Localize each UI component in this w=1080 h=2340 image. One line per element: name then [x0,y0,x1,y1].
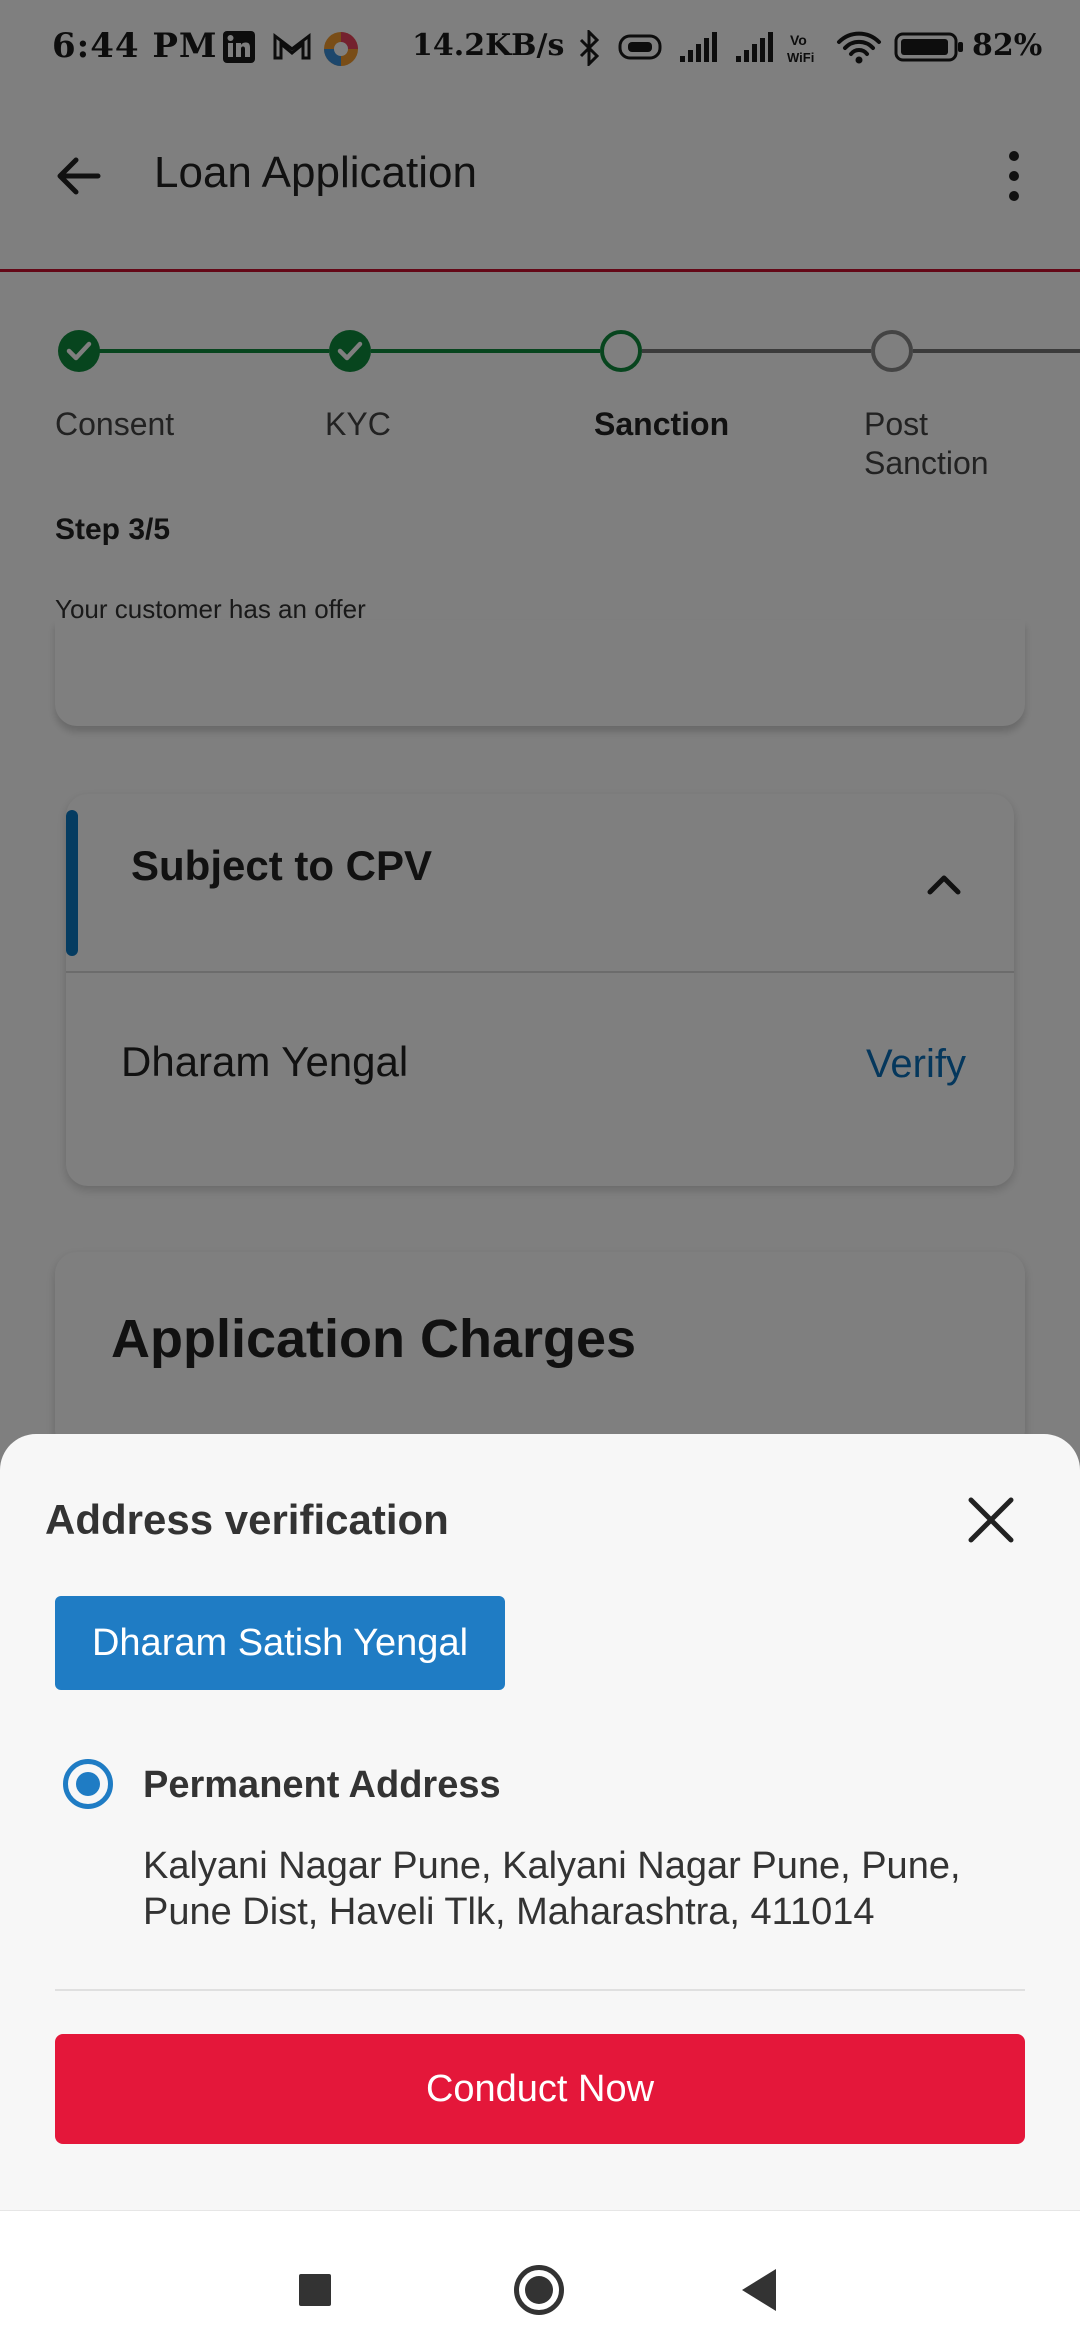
applicant-name-chip[interactable]: Dharam Satish Yengal [55,1596,505,1690]
address-text: Kalyani Nagar Pune, Kalyani Nagar Pune, … [143,1845,961,1933]
address-verification-sheet: Address verification Dharam Satish Yenga… [0,1434,1080,2210]
sheet-title: Address verification [45,1496,449,1543]
system-nav-bar [0,2210,1080,2340]
close-icon[interactable] [965,1494,1017,1546]
divider [55,1989,1025,1991]
conduct-now-button[interactable]: Conduct Now [55,2034,1025,2144]
back-icon[interactable] [742,2269,776,2311]
home-icon[interactable] [514,2265,564,2315]
address-type-label: Permanent Address [143,1764,501,1806]
recents-icon[interactable] [299,2274,331,2306]
permanent-address-radio[interactable] [63,1759,113,1809]
